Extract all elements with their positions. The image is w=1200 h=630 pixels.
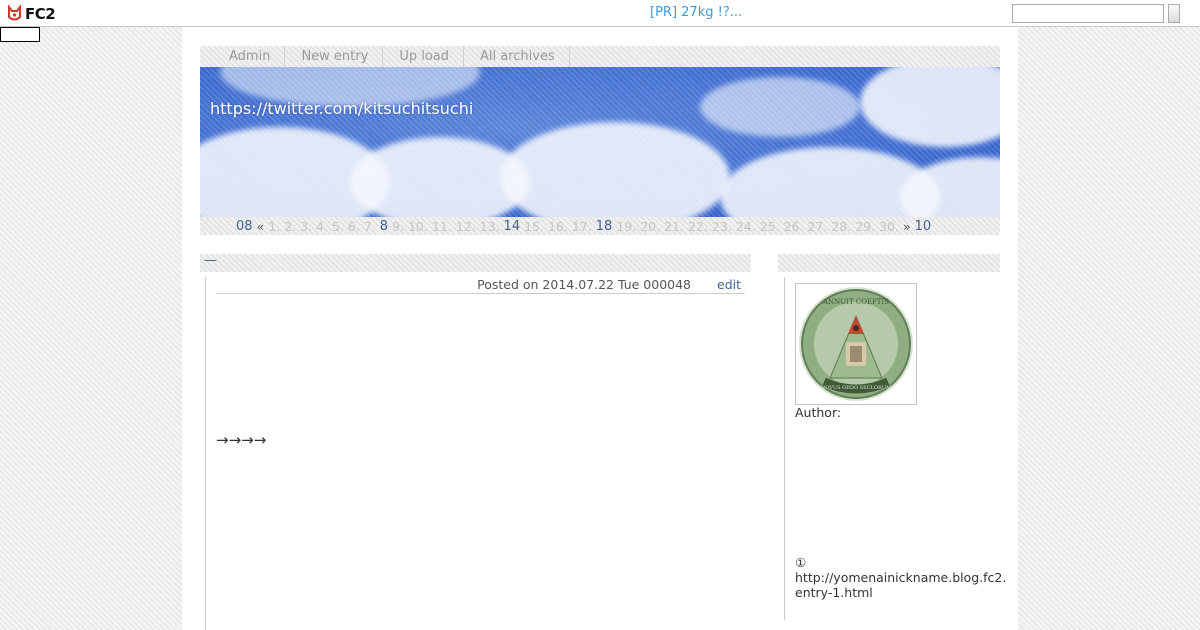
sidebar-left-border xyxy=(784,277,785,620)
great-seal-icon: ANNUIT COEPTIS NOVUS ORDO SECLORUM xyxy=(799,287,913,401)
seal-motto-top: ANNUIT COEPTIS xyxy=(822,298,889,306)
note-link-line1[interactable]: http://yomenainickname.blog.fc2. xyxy=(795,570,1006,585)
calendar-day: 1. xyxy=(268,218,281,234)
search-input[interactable] xyxy=(1012,4,1164,23)
entry-header: — xyxy=(200,253,751,272)
fc2-fox-icon xyxy=(6,3,23,22)
calendar-day: 15. xyxy=(524,218,544,234)
fc2-header-bar: FC2 [PR] 27kg !?... xyxy=(0,0,1200,27)
top-nav: Admin New entry Up load All archives xyxy=(200,46,1000,67)
calendar-day: 25. xyxy=(759,218,780,234)
calendar-day: 16. xyxy=(547,218,568,234)
pr-ad-link[interactable]: [PR] 27kg !?... xyxy=(650,5,742,20)
calendar-day: 6. xyxy=(347,218,360,234)
calendar-prev-arrow: « xyxy=(256,218,265,234)
calendar-day: 3. xyxy=(300,218,313,234)
calendar-day[interactable]: 18 xyxy=(596,219,613,234)
calendar-day: 7. xyxy=(363,218,376,234)
sidebar-header xyxy=(778,254,1000,272)
nav-admin[interactable]: Admin xyxy=(200,46,286,67)
nav-all-archives[interactable]: All archives xyxy=(464,46,570,67)
fc2-logo-text: FC2 xyxy=(25,4,56,23)
calendar-day: 28. xyxy=(831,218,852,234)
calendar-day: 24. xyxy=(735,218,756,234)
note-link-line2[interactable]: entry-1.html xyxy=(795,585,873,600)
author-label: Author: xyxy=(795,405,842,420)
seal-motto-bottom: NOVUS ORDO SECLORUM xyxy=(821,385,891,391)
banner-stripes xyxy=(200,67,1000,217)
calendar-day: 13. xyxy=(479,218,500,234)
calendar-day: 5. xyxy=(331,218,344,234)
author-avatar: ANNUIT COEPTIS NOVUS ORDO SECLORUM xyxy=(795,283,917,405)
calendar-day: 19. xyxy=(616,218,637,234)
calendar-day[interactable]: 8 xyxy=(380,219,388,234)
entry-title[interactable]: — xyxy=(204,253,217,268)
blog-title-link[interactable]: https://twitter.com/kitsuchitsuchi xyxy=(210,99,473,118)
calendar-day: 10. xyxy=(407,218,428,234)
calendar-day: 2. xyxy=(284,218,297,234)
calendar-day[interactable]: 14 xyxy=(504,219,521,234)
nav-upload[interactable]: Up load xyxy=(383,46,464,67)
edit-link[interactable]: edit xyxy=(717,277,741,292)
calendar-day: 26. xyxy=(783,218,804,234)
calendar-day: 12. xyxy=(455,218,476,234)
nav-new-entry[interactable]: New entry xyxy=(285,46,384,67)
entry-left-border xyxy=(205,277,206,630)
calendar-day: 11. xyxy=(431,218,452,234)
sidebar-note: ① http://yomenainickname.blog.fc2. entry… xyxy=(795,555,1006,600)
blank-widget-box xyxy=(0,27,40,42)
search-button[interactable] xyxy=(1168,4,1180,23)
entry-posted-info: Posted on 2014.07.22 Tue 000048 edit xyxy=(216,277,745,294)
calendar-day: 21. xyxy=(664,218,684,234)
calendar-day: 20. xyxy=(640,218,661,234)
calendar-day: 4. xyxy=(316,218,328,234)
calendar-next-arrow: » xyxy=(903,218,911,234)
entry-body-text: →→→→ xyxy=(216,431,267,449)
calendar-bar: 08 « 1. 2. 3. 4. 5. 6. 7. 8 9. 10. 11. 12. 13. 14 15. 1… xyxy=(200,217,1000,235)
blog-page: Admin New entry Up load All archives htt… xyxy=(182,27,1018,630)
fc2-logo[interactable]: FC2 xyxy=(6,3,56,23)
calendar-day: 22. xyxy=(687,218,708,234)
note-marker: ① xyxy=(795,555,807,570)
calendar-days: 1. 2. 3. 4. 5. 6. 7. 8 9. 10. 11. 12. 13. 14 15. 16. 17.… xyxy=(268,219,903,234)
calendar-next-month[interactable]: 10 xyxy=(915,219,932,234)
calendar-prev-month[interactable]: 08 xyxy=(236,219,253,234)
calendar-day: 27. xyxy=(807,218,828,234)
calendar-day: 29. xyxy=(855,218,876,234)
calendar-day: 30. xyxy=(879,218,899,234)
calendar-day: 9. xyxy=(392,218,404,234)
calendar-day: 17. xyxy=(571,218,592,234)
calendar-day: 23. xyxy=(711,218,732,234)
header-banner: https://twitter.com/kitsuchitsuchi xyxy=(200,67,1000,217)
posted-date: Posted on 2014.07.22 Tue 000048 xyxy=(477,277,692,292)
